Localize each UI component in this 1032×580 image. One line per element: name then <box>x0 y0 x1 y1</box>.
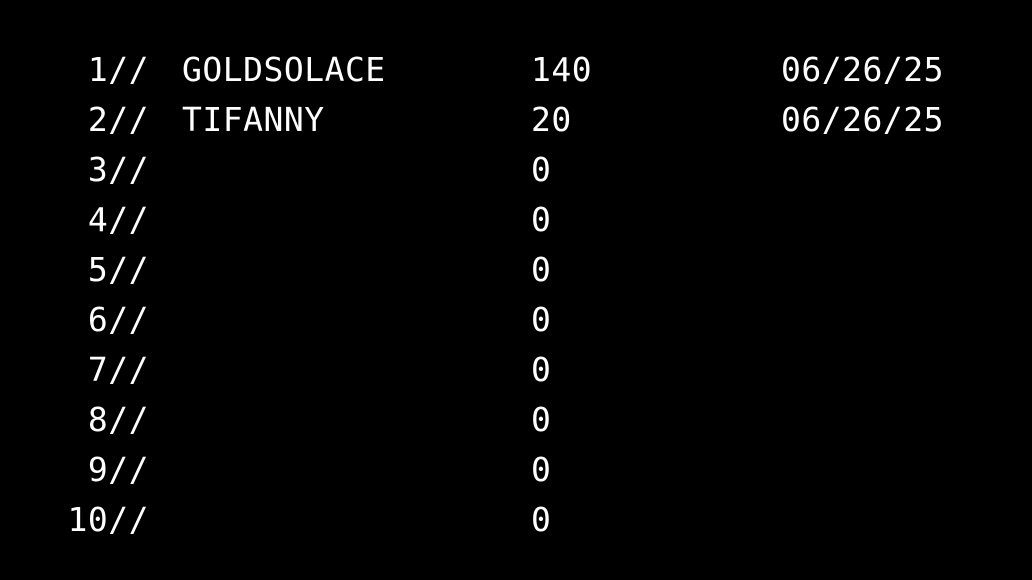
score-row: 8// 0 <box>0 395 1032 445</box>
score-row: 10// 0 <box>0 495 1032 545</box>
score-row: 4// 0 <box>0 195 1032 245</box>
player-name: TIFANNY <box>182 100 325 139</box>
score-row: 6// 0 <box>0 295 1032 345</box>
rank-label: 5// <box>87 250 149 289</box>
rank-label: 1// <box>87 50 149 89</box>
high-score-table: 1// GOLDSOLACE 140 06/26/25 2// TIFANNY … <box>0 45 1032 545</box>
score-row: 3// 0 <box>0 145 1032 195</box>
score-value: 140 <box>531 50 593 89</box>
rank-label: 10// <box>67 500 149 539</box>
rank-label: 7// <box>87 350 149 389</box>
rank-label: 2// <box>87 100 149 139</box>
rank-label: 3// <box>87 150 149 189</box>
rank-label: 8// <box>87 400 149 439</box>
rank-label: 6// <box>87 300 149 339</box>
score-row: 1// GOLDSOLACE 140 06/26/25 <box>0 45 1032 95</box>
score-value: 0 <box>531 500 552 539</box>
score-row: 2// TIFANNY 20 06/26/25 <box>0 95 1032 145</box>
score-row: 5// 0 <box>0 245 1032 295</box>
rank-label: 9// <box>87 450 149 489</box>
rank-label: 4// <box>87 200 149 239</box>
score-row: 7// 0 <box>0 345 1032 395</box>
score-value: 0 <box>531 150 552 189</box>
score-value: 0 <box>531 400 552 439</box>
score-date: 06/26/25 <box>781 100 944 139</box>
score-value: 0 <box>531 300 552 339</box>
score-value: 0 <box>531 450 552 489</box>
score-date: 06/26/25 <box>781 50 944 89</box>
score-value: 0 <box>531 200 552 239</box>
player-name: GOLDSOLACE <box>182 50 386 89</box>
score-value: 0 <box>531 250 552 289</box>
score-row: 9// 0 <box>0 445 1032 495</box>
score-value: 0 <box>531 350 552 389</box>
score-value: 20 <box>531 100 572 139</box>
